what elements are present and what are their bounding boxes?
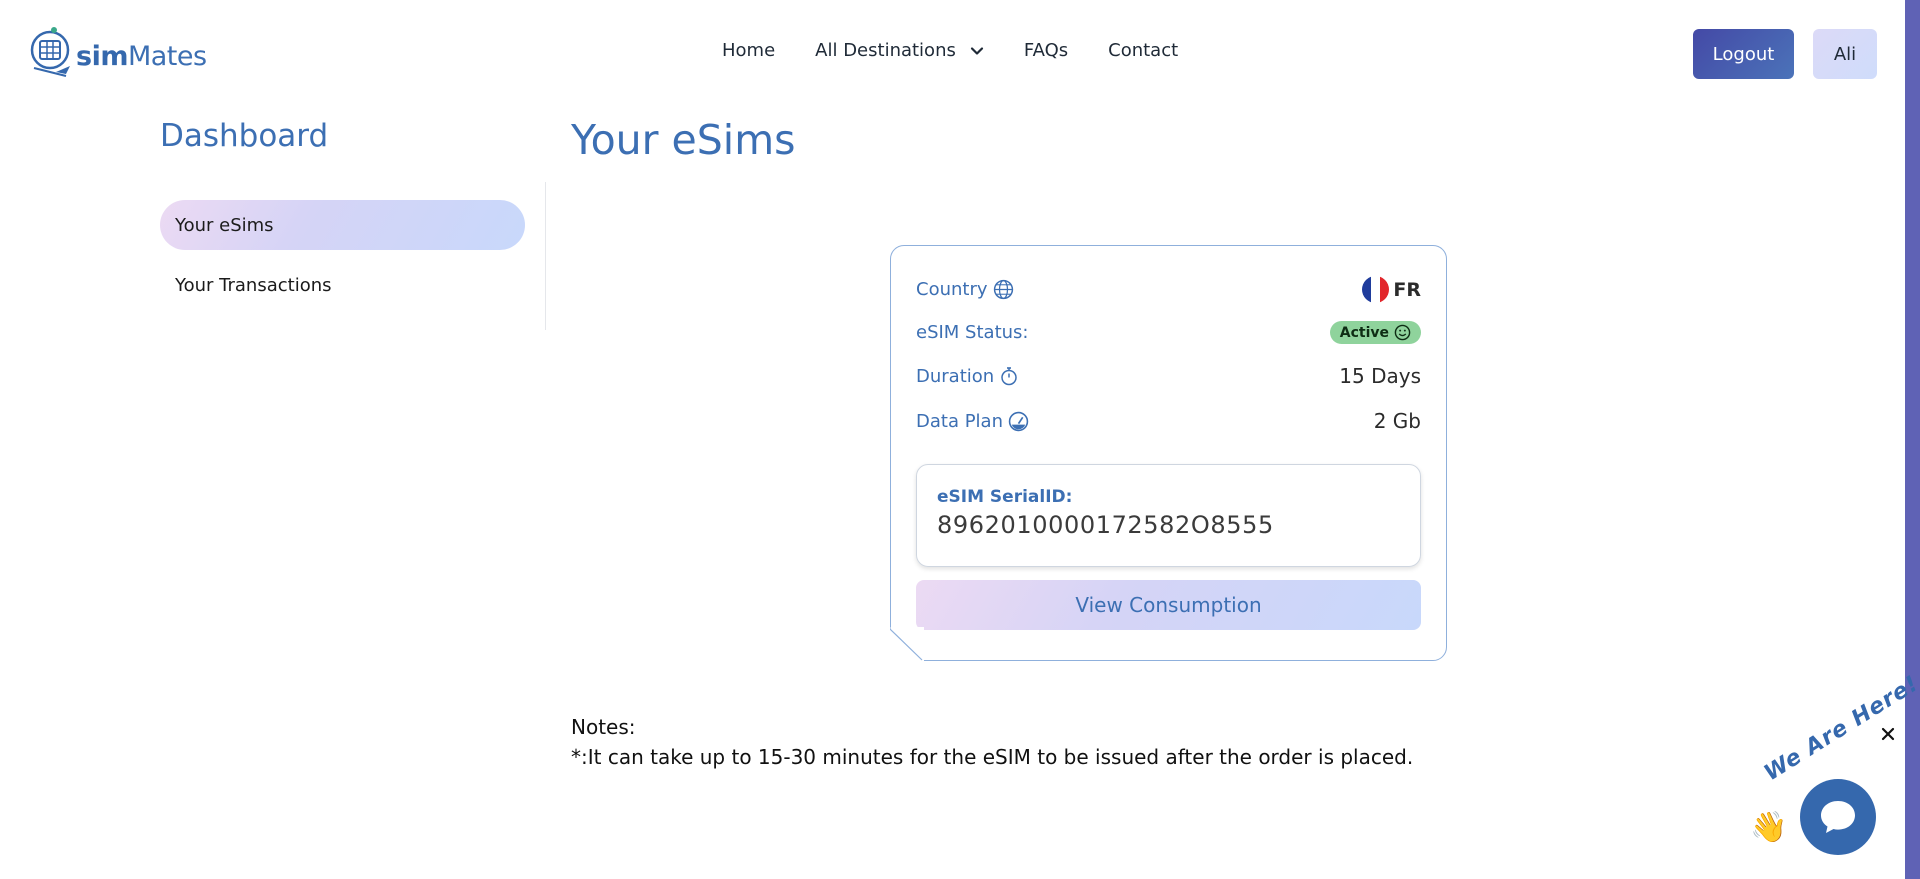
status-badge: Active (1329, 321, 1421, 344)
esim-card: Country FR eSIM Status: Active Duration … (890, 245, 1447, 661)
view-consumption-button[interactable]: View Consumption (916, 580, 1421, 630)
main-nav: Home All Destinations FAQs Contact (722, 40, 1218, 61)
stopwatch-icon (1001, 367, 1017, 386)
notes-section: Notes: *:It can take up to 15-30 minutes… (571, 712, 1413, 772)
sidebar-item-your-esims[interactable]: Your eSims (160, 200, 525, 250)
france-flag-icon (1362, 276, 1390, 303)
data-plan-value: 2 Gb (1373, 409, 1421, 433)
sidebar-divider (545, 182, 546, 330)
close-icon[interactable] (1879, 725, 1897, 743)
nav-faqs[interactable]: FAQs (1024, 40, 1068, 61)
card-corner-notch (890, 627, 924, 661)
dashboard-title: Dashboard (160, 118, 329, 154)
gauge-icon (1008, 411, 1029, 431)
serial-id-box: eSIM SerialID: 8962010000172582O8555 (916, 464, 1421, 567)
data-plan-row: Data Plan 2 Gb (916, 409, 1421, 433)
nav-all-destinations[interactable]: All Destinations (815, 40, 984, 61)
serial-id-label: eSIM SerialID: (937, 487, 1073, 507)
nav-home[interactable]: Home (722, 40, 775, 61)
header: simMates Home All Destinations FAQs Cont… (0, 0, 1905, 106)
smile-icon (1394, 324, 1411, 341)
logo[interactable]: simMates (26, 24, 207, 84)
notes-text: *:It can take up to 15-30 minutes for th… (571, 745, 1414, 769)
notes-title: Notes: (571, 715, 636, 739)
status-row: eSIM Status: Active (916, 321, 1421, 344)
logo-icon (30, 27, 70, 77)
status-label: eSIM Status: (916, 322, 1029, 343)
serial-id-value[interactable]: 8962010000172582O8555 (937, 511, 1274, 539)
duration-value: 15 Days (1339, 364, 1421, 388)
chat-button[interactable] (1800, 779, 1876, 855)
scrollbar[interactable] (1905, 0, 1920, 879)
page-title: Your eSims (571, 116, 796, 164)
duration-label: Duration (916, 366, 1019, 387)
chat-icon (1821, 801, 1855, 833)
logo-text: simMates (76, 40, 207, 72)
country-row: Country FR (916, 276, 1421, 303)
country-label: Country (916, 279, 1014, 300)
sidebar-item-label: Your Transactions (175, 274, 332, 296)
country-value: FR (1362, 276, 1421, 303)
data-plan-label: Data Plan (916, 411, 1029, 432)
globe-icon (993, 279, 1013, 300)
sidebar-item-label: Your eSims (175, 214, 274, 236)
duration-row: Duration 15 Days (916, 364, 1421, 388)
sidebar-item-your-transactions[interactable]: Your Transactions (160, 260, 525, 310)
nav-contact[interactable]: Contact (1108, 40, 1178, 61)
wave-hand-icon: 👋 (1750, 810, 1788, 845)
logout-button[interactable]: Logout (1693, 29, 1794, 79)
chevron-down-icon (970, 46, 983, 55)
user-menu-button[interactable]: Ali (1813, 29, 1877, 79)
